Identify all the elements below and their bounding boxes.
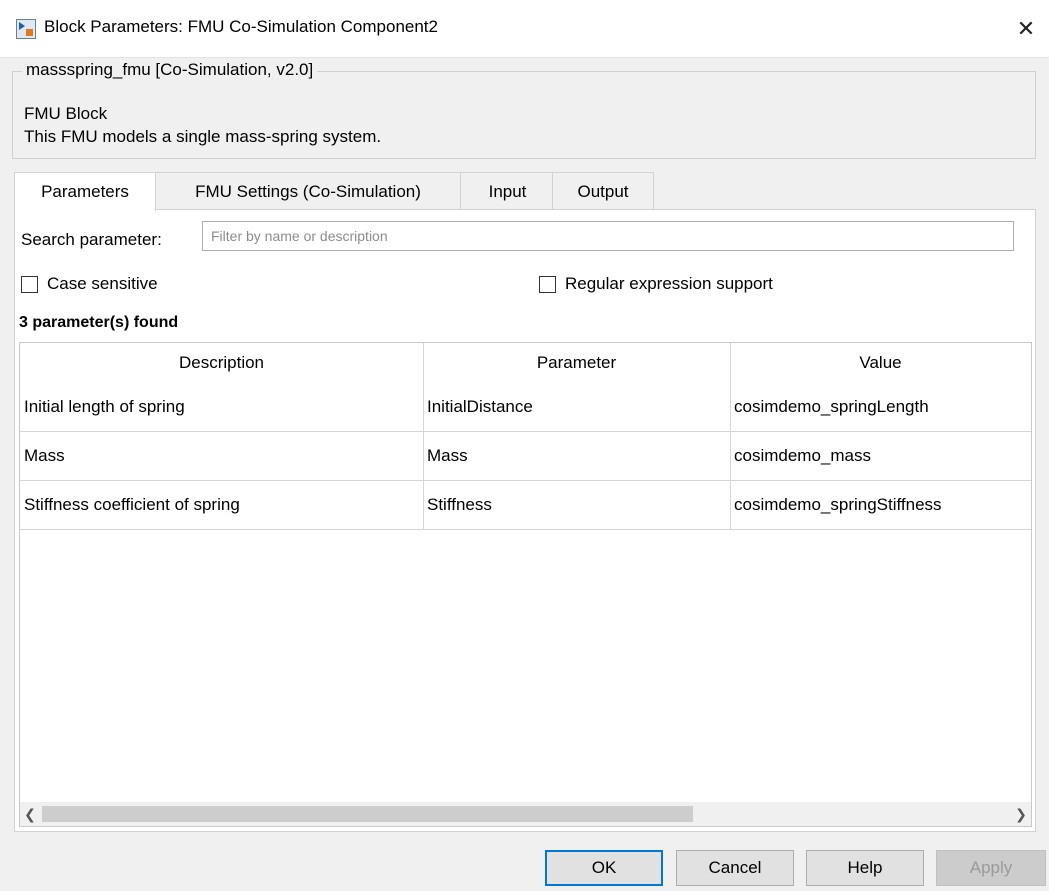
window-title: Block Parameters: FMU Co-Simulation Comp… bbox=[44, 17, 438, 36]
column-divider bbox=[730, 343, 731, 530]
search-input[interactable] bbox=[202, 221, 1014, 251]
cell-parameter: Mass bbox=[427, 446, 468, 465]
table-row[interactable]: Stiffness coefficient of spring Stiffnes… bbox=[20, 481, 1031, 529]
checkbox-box[interactable] bbox=[539, 275, 556, 293]
tab-label: FMU Settings (Co-Simulation) bbox=[195, 181, 421, 201]
cell-value[interactable]: cosimdemo_springStiffness bbox=[730, 481, 1031, 529]
tab-input[interactable]: Input bbox=[460, 172, 555, 210]
row-divider bbox=[20, 529, 1031, 530]
cell-parameter: InitialDistance bbox=[427, 397, 533, 416]
scroll-right-icon[interactable]: ❯ bbox=[1011, 802, 1031, 826]
cell-description: Stiffness coefficient of spring bbox=[24, 495, 240, 514]
group-legend: massspring_fmu [Co-Simulation, v2.0] bbox=[22, 60, 318, 80]
column-header-value[interactable]: Value bbox=[730, 343, 1031, 383]
block-description-text: This FMU models a single mass-spring sys… bbox=[24, 127, 382, 146]
search-label: Search parameter: bbox=[21, 230, 162, 249]
cell-value[interactable]: cosimdemo_mass bbox=[730, 432, 1031, 480]
row-divider bbox=[20, 431, 1031, 432]
cell-parameter: Stiffness bbox=[427, 495, 492, 514]
cell-value[interactable]: cosimdemo_springLength bbox=[730, 383, 1031, 431]
case-sensitive-label: Case sensitive bbox=[47, 274, 158, 293]
close-icon: ✕ bbox=[1016, 15, 1036, 41]
checkbox-box[interactable] bbox=[21, 275, 38, 293]
horizontal-scrollbar[interactable]: ❮ ❯ bbox=[20, 802, 1031, 826]
table-header: Description Parameter Value bbox=[20, 343, 1031, 383]
tab-fmu-settings[interactable]: FMU Settings (Co-Simulation) bbox=[153, 172, 463, 210]
ok-button[interactable]: OK bbox=[545, 850, 663, 886]
column-divider bbox=[423, 343, 424, 530]
cancel-button[interactable]: Cancel bbox=[676, 850, 794, 886]
row-divider bbox=[20, 480, 1031, 481]
apply-button: Apply bbox=[936, 850, 1046, 886]
cell-description: Mass bbox=[24, 446, 65, 465]
parameters-table: Description Parameter Value Initial leng… bbox=[19, 342, 1032, 827]
tab-label: Output bbox=[577, 181, 629, 201]
parameters-panel: Search parameter: Case sensitive Regular… bbox=[14, 209, 1036, 832]
close-button[interactable]: ✕ bbox=[1003, 0, 1049, 57]
block-type-label: FMU Block bbox=[24, 104, 108, 123]
cell-description: Initial length of spring bbox=[24, 397, 185, 416]
scrollbar-thumb[interactable] bbox=[42, 806, 693, 822]
tab-label: Parameters bbox=[41, 182, 129, 201]
scroll-left-icon[interactable]: ❮ bbox=[20, 802, 40, 826]
case-sensitive-checkbox[interactable]: Case sensitive bbox=[21, 274, 158, 294]
regex-checkbox[interactable]: Regular expression support bbox=[539, 274, 773, 294]
simulink-block-icon bbox=[16, 19, 36, 39]
table-row[interactable]: Initial length of spring InitialDistance… bbox=[20, 383, 1031, 431]
table-row[interactable]: Mass Mass cosimdemo_mass bbox=[20, 432, 1031, 480]
title-bar: Block Parameters: FMU Co-Simulation Comp… bbox=[0, 0, 1049, 58]
help-button[interactable]: Help bbox=[806, 850, 924, 886]
tab-parameters[interactable]: Parameters bbox=[14, 172, 156, 211]
regex-label: Regular expression support bbox=[565, 274, 773, 293]
results-count: 3 parameter(s) found bbox=[19, 314, 179, 331]
column-header-description[interactable]: Description bbox=[20, 343, 423, 383]
column-header-parameter[interactable]: Parameter bbox=[423, 343, 730, 383]
tab-output[interactable]: Output bbox=[552, 172, 654, 210]
tab-label: Input bbox=[488, 181, 527, 201]
